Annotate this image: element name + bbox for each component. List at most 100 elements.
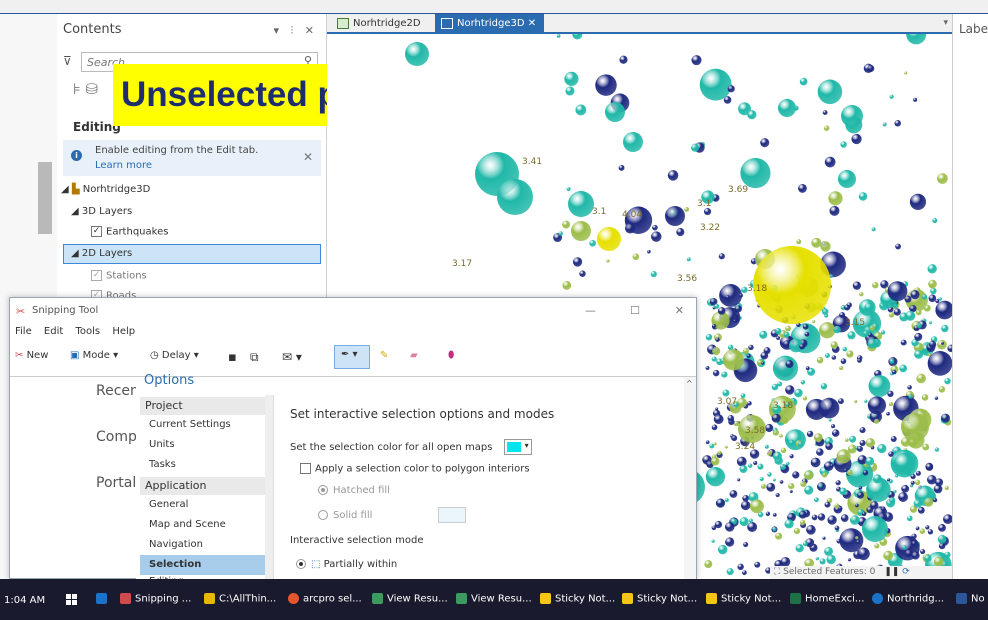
earthquake-point[interactable] [811, 237, 822, 248]
earthquake-point[interactable] [932, 217, 938, 224]
earthquake-point[interactable] [921, 294, 928, 300]
earthquake-point[interactable] [910, 290, 920, 300]
earthquake-point[interactable] [858, 486, 863, 490]
earthquake-point[interactable] [595, 74, 617, 96]
earthquake-point[interactable] [748, 344, 754, 351]
earthquake-point[interactable] [733, 319, 737, 323]
earthquake-point[interactable] [760, 138, 770, 148]
earthquake-point[interactable] [737, 397, 747, 408]
earthquake-point[interactable] [734, 305, 742, 313]
earthquake-point[interactable] [913, 97, 918, 102]
earthquake-point[interactable] [798, 184, 807, 193]
earthquake-point[interactable] [880, 330, 886, 335]
earthquake-point[interactable] [747, 522, 758, 532]
earthquake-point[interactable] [938, 542, 946, 550]
earthquake-point[interactable] [900, 339, 907, 346]
earthquake-point[interactable] [795, 544, 804, 553]
earthquake-point[interactable] [723, 96, 732, 104]
earthquake-point[interactable] [827, 515, 837, 525]
earthquake-point[interactable] [921, 394, 929, 401]
earthquake-point[interactable] [785, 325, 792, 332]
option-navigation[interactable]: Navigation [140, 535, 273, 555]
earthquake-point[interactable] [789, 489, 793, 494]
earthquake-point[interactable] [605, 102, 625, 122]
earthquake-point[interactable] [871, 227, 876, 232]
earthquake-point[interactable] [632, 253, 640, 261]
highlighter-icon[interactable]: ✎ [380, 350, 388, 361]
earthquake-point[interactable] [889, 358, 895, 364]
earthquake-point[interactable] [862, 330, 870, 337]
paint3d-icon[interactable]: ⬮ [448, 350, 454, 361]
earthquake-point[interactable] [869, 325, 875, 331]
earthquake-point[interactable] [722, 349, 745, 371]
earthquake-point[interactable] [905, 310, 916, 321]
backstage-computer[interactable]: Comp [96, 429, 137, 445]
earthquake-point[interactable] [704, 560, 713, 569]
earthquake-point[interactable] [765, 423, 774, 433]
earthquake-point[interactable] [772, 451, 782, 461]
earthquake-point[interactable] [794, 388, 803, 398]
earthquake-point[interactable] [938, 524, 946, 532]
earthquake-point[interactable] [748, 463, 753, 468]
earthquake-point[interactable] [800, 380, 806, 385]
earthquake-point[interactable] [717, 450, 722, 455]
earthquake-point[interactable] [715, 407, 719, 411]
earthquake-point[interactable] [829, 205, 840, 216]
earthquake-point[interactable] [556, 34, 561, 38]
earthquake-point[interactable] [788, 482, 795, 490]
delay-button[interactable]: ◷ Delay ▾ [150, 350, 199, 361]
earthquake-point[interactable] [830, 341, 838, 349]
earthquake-point[interactable] [699, 68, 732, 101]
earthquake-point[interactable] [822, 536, 826, 540]
close-button[interactable]: ✕ [675, 304, 684, 317]
earthquake-point[interactable] [865, 456, 875, 466]
layer-checkbox[interactable]: ✓ [91, 226, 102, 237]
taskbar-item-sticky-2[interactable]: Sticky Not... [622, 593, 697, 605]
earthquake-point[interactable] [719, 284, 743, 307]
earthquake-point[interactable] [712, 369, 720, 377]
menu-help[interactable]: Help [112, 326, 135, 337]
earthquake-point[interactable] [937, 534, 947, 544]
earthquake-point[interactable] [684, 207, 690, 212]
earthquake-point[interactable] [867, 338, 878, 349]
earthquake-point[interactable] [831, 355, 837, 360]
earthquake-point[interactable] [717, 544, 728, 555]
earthquake-point[interactable] [792, 471, 800, 479]
solid-fill-option[interactable]: Solid fill [318, 507, 466, 523]
earthquake-point[interactable] [908, 394, 913, 399]
earthquake-point[interactable] [826, 554, 836, 565]
earthquake-point[interactable] [927, 351, 952, 376]
earthquake-point[interactable] [824, 353, 830, 358]
taskbar-item-sticky-1[interactable]: Sticky Not... [540, 593, 615, 605]
taskbar-item-snipping[interactable]: Snipping ... [120, 593, 191, 605]
earthquake-point[interactable] [906, 34, 927, 45]
earthquake-point[interactable] [925, 463, 934, 471]
earthquake-point[interactable] [839, 311, 846, 318]
earthquake-point[interactable] [874, 418, 880, 424]
earthquake-point[interactable] [899, 364, 908, 373]
earthquake-point[interactable] [887, 478, 891, 482]
earthquake-point[interactable] [802, 396, 808, 401]
earthquake-point[interactable] [859, 291, 864, 297]
earthquake-point[interactable] [798, 510, 807, 519]
earthquake-point[interactable] [886, 411, 890, 416]
earthquake-point[interactable] [840, 514, 849, 522]
layer-checkbox[interactable]: ✓ [91, 270, 102, 281]
close-icon[interactable]: ✕ [303, 150, 313, 164]
selection-color-picker[interactable]: ▾ [503, 439, 532, 455]
earthquake-point[interactable] [927, 264, 937, 274]
earthquake-point[interactable] [868, 375, 891, 397]
earthquake-point[interactable] [722, 389, 730, 397]
earthquake-point[interactable] [816, 356, 824, 364]
earthquake-point[interactable] [894, 120, 901, 127]
earthquake-point[interactable] [888, 401, 894, 407]
earthquake-point[interactable] [714, 520, 723, 529]
earthquake-point[interactable] [940, 341, 945, 345]
earthquake-point[interactable] [834, 525, 840, 531]
earthquake-point[interactable] [856, 491, 865, 499]
tab-norhtridge2d[interactable]: Norhtridge2D [331, 14, 429, 34]
earthquake-point[interactable] [711, 539, 715, 543]
tree-map-node[interactable]: ◢ ▙ Norhtridge3D [61, 184, 150, 195]
earthquake-point[interactable] [597, 227, 621, 251]
earthquake-point[interactable] [736, 456, 747, 467]
